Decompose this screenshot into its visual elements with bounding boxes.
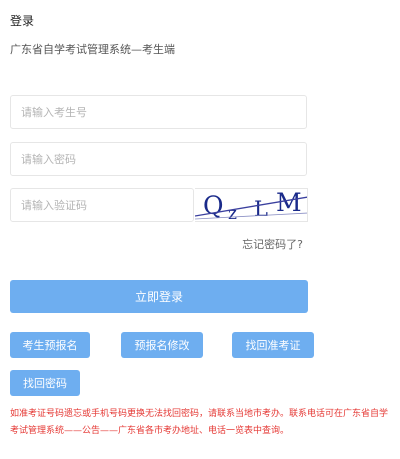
captcha-char-2: z xyxy=(228,204,237,222)
page-title: 登录 xyxy=(10,14,35,28)
help-notice: 如准考证号码遗忘或手机号码更换无法找回密码，请联系当地市考办。联系电话可在广东省… xyxy=(10,409,389,436)
retrieve-password-button[interactable]: 找回密码 xyxy=(10,370,80,396)
captcha-input[interactable] xyxy=(11,189,193,221)
captcha-char-3: L xyxy=(254,197,268,221)
username-input[interactable] xyxy=(11,96,306,128)
modify-registration-button[interactable]: 预报名修改 xyxy=(121,332,203,358)
username-field-wrapper xyxy=(10,95,307,129)
retrieve-admission-ticket-button[interactable]: 找回准考证 xyxy=(232,332,314,358)
login-button[interactable]: 立即登录 xyxy=(10,280,308,313)
captcha-graphic: Q z L M xyxy=(195,189,307,222)
captcha-field-wrapper xyxy=(10,188,194,222)
captcha-image[interactable]: Q z L M xyxy=(195,188,308,222)
system-subtitle: 广东省自学考试管理系统—考生端 xyxy=(10,43,175,56)
password-field-wrapper xyxy=(10,142,307,176)
forgot-password-link[interactable]: 忘记密码了? xyxy=(242,236,303,252)
preregister-button[interactable]: 考生预报名 xyxy=(10,332,90,358)
captcha-char-4: M xyxy=(276,189,302,217)
password-input[interactable] xyxy=(11,143,306,175)
captcha-char-1: Q xyxy=(203,191,224,220)
